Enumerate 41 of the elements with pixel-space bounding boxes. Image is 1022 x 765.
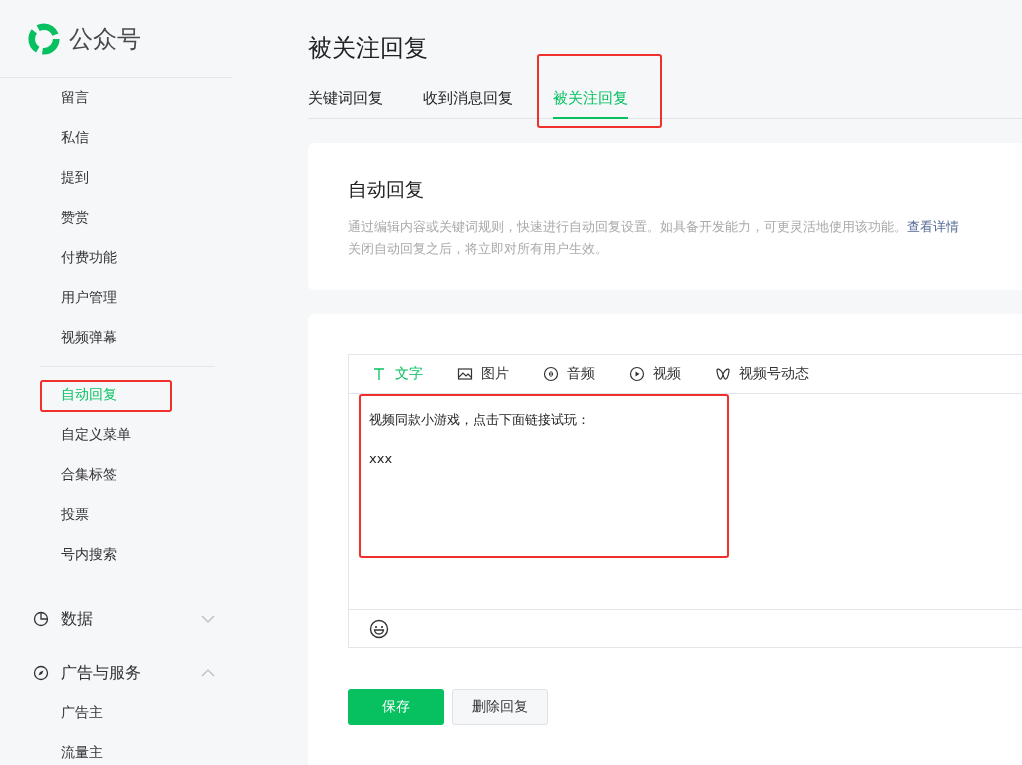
- sidebar-item[interactable]: 赞赏: [61, 209, 89, 227]
- emoji-icon[interactable]: [369, 618, 389, 639]
- sidebar-item[interactable]: 流量主: [61, 744, 103, 762]
- sidebar-item[interactable]: 私信: [61, 129, 89, 147]
- pie-chart-icon: [33, 611, 49, 627]
- sidebar-group[interactable]: 数据: [61, 608, 179, 630]
- compass-icon: [33, 665, 49, 681]
- chevron-icon[interactable]: [201, 615, 215, 623]
- message-text: 视频同款小游戏，点击下面链接试玩：: [369, 411, 591, 429]
- sidebar-group[interactable]: 广告与服务: [61, 662, 179, 684]
- play-icon: [629, 366, 645, 382]
- tab[interactable]: 关键词回复: [308, 86, 383, 117]
- delete-button[interactable]: 删除回复: [452, 689, 548, 725]
- card-title: 自动回复: [348, 177, 425, 202]
- image-icon: [457, 366, 473, 382]
- tab[interactable]: 收到消息回复: [423, 86, 513, 117]
- sidebar-item[interactable]: 广告主: [61, 704, 103, 722]
- sidebar-item[interactable]: 付费功能: [61, 249, 117, 267]
- text-icon: [371, 366, 387, 382]
- editor-tab[interactable]: 视频号动态: [715, 365, 809, 383]
- editor-tab[interactable]: 音频: [543, 365, 595, 383]
- editor-tab[interactable]: 视频: [629, 365, 681, 383]
- message-text: xxx: [369, 451, 394, 466]
- sidebar-item[interactable]: 留言: [61, 89, 89, 107]
- sidebar-item[interactable]: 合集标签: [61, 466, 117, 484]
- logo-text: 公众号: [69, 23, 141, 55]
- audio-icon: [543, 366, 559, 382]
- details-link[interactable]: 查看详情: [907, 219, 959, 234]
- page-title: 被关注回复: [308, 33, 429, 64]
- sidebar-item[interactable]: 自定义菜单: [61, 426, 131, 444]
- butterfly-icon: [715, 366, 731, 382]
- description-text: 通过编辑内容或关键词规则，快速进行自动回复设置。如具备开发能力，可更灵活地使用该功能。查看详情: [348, 218, 960, 236]
- sidebar-item[interactable]: 号内搜索: [61, 546, 117, 564]
- logo-icon: [27, 21, 61, 56]
- note-text: 关闭自动回复之后，将立即对所有用户生效。: [348, 240, 609, 258]
- editor-tab[interactable]: 图片: [457, 365, 509, 383]
- sidebar-item[interactable]: 视频弹幕: [61, 329, 117, 347]
- sidebar-item[interactable]: 用户管理: [61, 289, 117, 307]
- sidebar-item[interactable]: 提到: [61, 169, 89, 187]
- sidebar-item[interactable]: 投票: [61, 506, 89, 524]
- chevron-icon[interactable]: [201, 669, 215, 677]
